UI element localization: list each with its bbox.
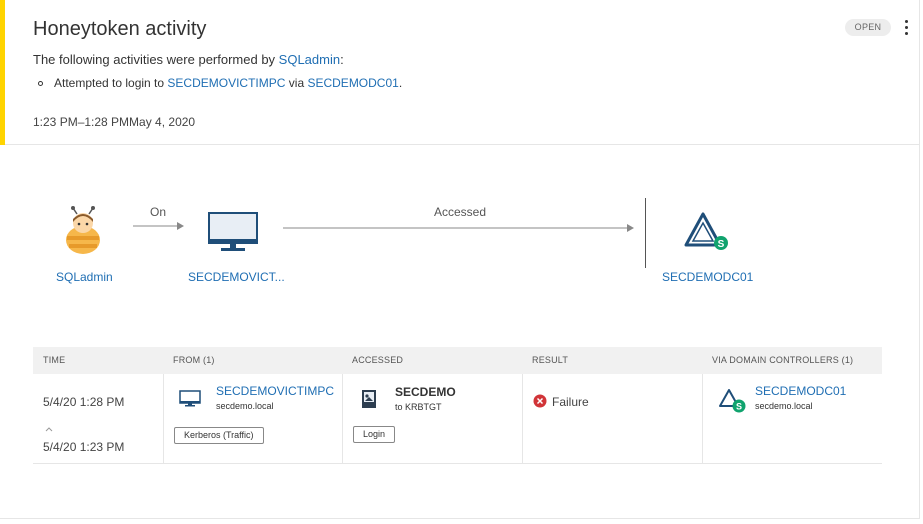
bullet-via: via — [288, 76, 305, 90]
chevron-up-icon — [45, 427, 53, 432]
edge-label-on: On — [150, 205, 167, 219]
diagram-divider — [645, 198, 646, 268]
dc-link[interactable]: SECDEMODC01 — [755, 384, 846, 398]
monitor-icon[interactable] — [207, 211, 259, 253]
monitor-icon — [179, 390, 201, 407]
severity-accent-bar — [0, 0, 5, 145]
alert-header: Honeytoken activity OPEN The following a… — [0, 0, 920, 145]
alert-card: Honeytoken activity OPEN The following a… — [0, 0, 920, 519]
column-divider — [702, 374, 703, 464]
honeybee-user-icon[interactable] — [58, 206, 108, 256]
table-header: TIME FROM (1) ACCESSED RESULT VIA DOMAIN… — [33, 347, 882, 374]
column-header-accessed[interactable]: ACCESSED — [352, 355, 403, 365]
device-label[interactable]: SECDEMOVICT... — [188, 270, 285, 284]
login-tag[interactable]: Login — [353, 426, 396, 443]
edge-arrow-on — [133, 222, 184, 230]
dc-badge-text: S — [736, 402, 742, 412]
accessed-sub: to KRBTGT — [395, 402, 442, 412]
bullet-prefix: Attempted to login to — [54, 76, 165, 90]
from-domain: secdemo.local — [216, 401, 274, 411]
dc-label[interactable]: SECDEMODC01 — [662, 270, 753, 284]
description-prefix: The following activities were performed … — [33, 52, 279, 67]
activity-diagram: SQLadmin On SECDEMOVICT... Accessed S SE… — [0, 146, 920, 326]
description-suffix: : — [340, 52, 344, 67]
time-end: 5/4/20 1:28 PM — [43, 395, 125, 409]
domain-controller-icon[interactable]: S — [683, 211, 731, 253]
failure-icon — [533, 394, 547, 408]
edge-arrow-accessed — [283, 224, 634, 232]
table-row: 5/4/20 1:28 PM 5/4/20 1:23 PM SECDEMOVIC… — [33, 374, 882, 464]
time-start: 5/4/20 1:23 PM — [43, 440, 125, 454]
status-badge[interactable]: OPEN — [845, 19, 891, 36]
column-divider — [163, 374, 164, 464]
resource-icon — [362, 390, 376, 408]
target-device-link[interactable]: SECDEMOVICTIMPC — [167, 76, 285, 90]
bullet-end: . — [398, 76, 403, 90]
user-link[interactable]: SQLadmin — [279, 52, 340, 67]
accessed-name: SECDEMO — [395, 385, 456, 399]
protocol-tag[interactable]: Kerberos (Traffic) — [174, 427, 264, 444]
edge-label-accessed: Accessed — [434, 205, 487, 219]
column-divider — [342, 374, 343, 464]
source-user-label[interactable]: SQLadmin — [56, 270, 113, 284]
from-device-link[interactable]: SECDEMOVICTIMPC — [216, 384, 334, 398]
activity-bullet: Attempted to login to SECDEMOVICTIMPC vi… — [38, 76, 402, 90]
column-header-result[interactable]: RESULT — [532, 355, 568, 365]
column-header-from[interactable]: FROM (1) — [173, 355, 215, 365]
column-header-time[interactable]: TIME — [43, 355, 65, 365]
bullet-icon — [38, 80, 43, 86]
column-divider — [522, 374, 523, 464]
time-range: 1:23 PM–1:28 PMMay 4, 2020 — [33, 115, 196, 129]
domain-controller-link[interactable]: SECDEMODC01 — [307, 76, 398, 90]
page-title: Honeytoken activity — [33, 18, 207, 40]
alert-description: The following activities were performed … — [33, 52, 344, 67]
column-header-dc[interactable]: VIA DOMAIN CONTROLLERS (1) — [712, 355, 853, 365]
domain-controller-icon: S — [719, 389, 746, 413]
result-text: Failure — [552, 395, 589, 409]
dc-domain: secdemo.local — [755, 401, 813, 411]
dc-badge-text: S — [718, 239, 725, 250]
more-options-icon[interactable] — [899, 16, 913, 38]
